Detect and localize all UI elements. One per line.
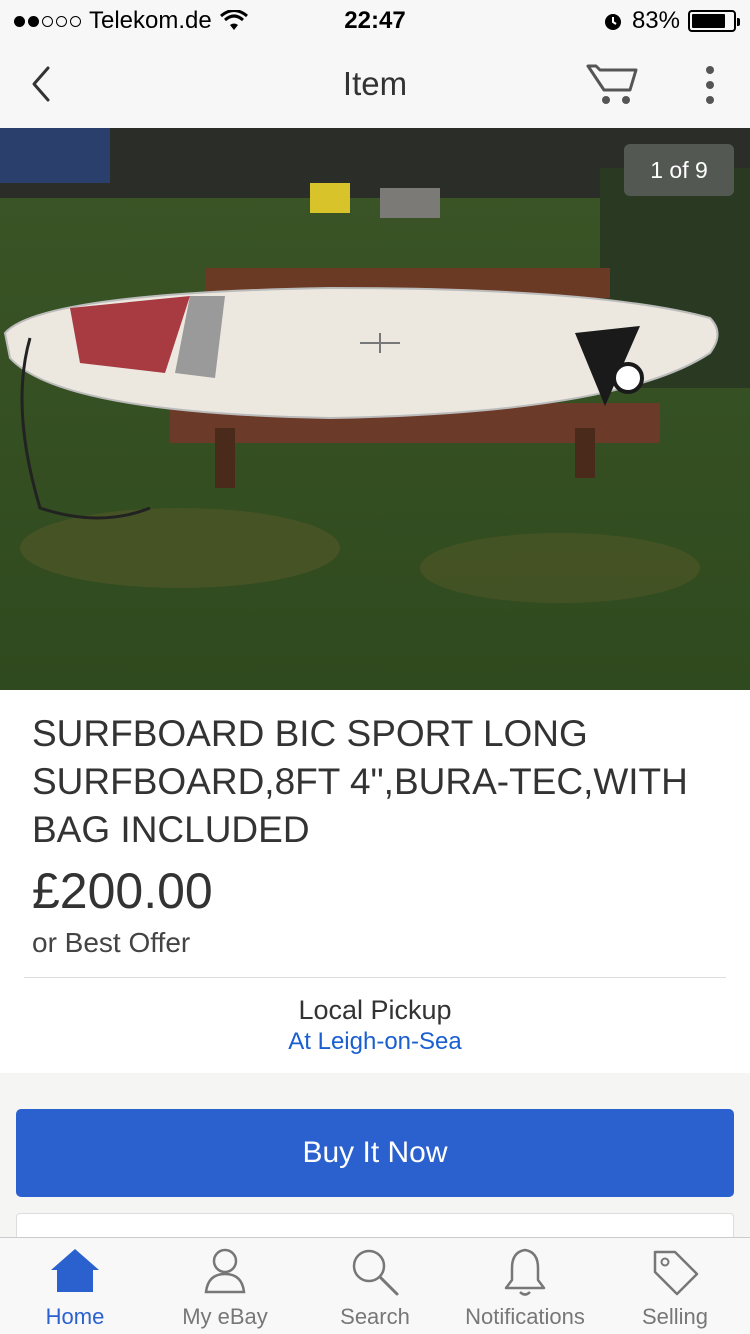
search-icon [352, 1249, 399, 1296]
bell-icon [504, 1248, 546, 1296]
surfboard-image [0, 128, 750, 690]
navigation-bar: Item [0, 40, 750, 128]
alarm-icon [604, 14, 621, 30]
tab-notifications[interactable]: Notifications [450, 1238, 600, 1334]
item-photo[interactable]: 1 of 9 [0, 128, 750, 690]
cart-icon [586, 64, 638, 104]
tab-label-home: Home [45, 1304, 105, 1329]
tab-my-ebay[interactable]: My eBay [150, 1238, 300, 1334]
person-icon [204, 1248, 246, 1294]
tab-label-notifications: Notifications [465, 1304, 585, 1329]
pickup-location-link[interactable]: At Leigh-on-Sea [0, 1028, 750, 1056]
cart-button[interactable] [586, 60, 642, 110]
tab-bar: Home My eBay Search Notifications Sellin… [0, 1237, 750, 1334]
tab-home[interactable]: Home [0, 1238, 150, 1334]
item-price: £200.00 [32, 863, 213, 919]
item-title: SURFBOARD BIC SPORT LONG SURFBOARD,8FT 4… [32, 713, 688, 850]
battery-icon [688, 10, 740, 32]
battery-level [692, 14, 726, 28]
status-right: 83% [602, 7, 740, 35]
tag-icon [653, 1250, 699, 1296]
photo-counter: 1 of 9 [624, 144, 734, 196]
item-details: SURFBOARD BIC SPORT LONG SURFBOARD,8FT 4… [0, 690, 750, 1073]
tab-selling[interactable]: Selling [600, 1238, 750, 1334]
home-icon [51, 1249, 99, 1292]
more-vertical-icon [706, 66, 714, 104]
status-bar: Telekom.de 22:47 83% [0, 0, 750, 40]
pickup-label: Local Pickup [298, 995, 452, 1025]
best-offer-label: or Best Offer [32, 927, 191, 958]
tab-label-my-ebay: My eBay [182, 1304, 268, 1329]
tab-search[interactable]: Search [300, 1238, 450, 1334]
divider [24, 977, 726, 978]
tab-label-selling: Selling [641, 1304, 709, 1329]
more-options-button[interactable] [690, 62, 730, 108]
tab-label-search: Search [340, 1304, 410, 1329]
buy-it-now-button[interactable]: Buy It Now [16, 1109, 734, 1197]
battery-percent: 83% [631, 7, 680, 34]
